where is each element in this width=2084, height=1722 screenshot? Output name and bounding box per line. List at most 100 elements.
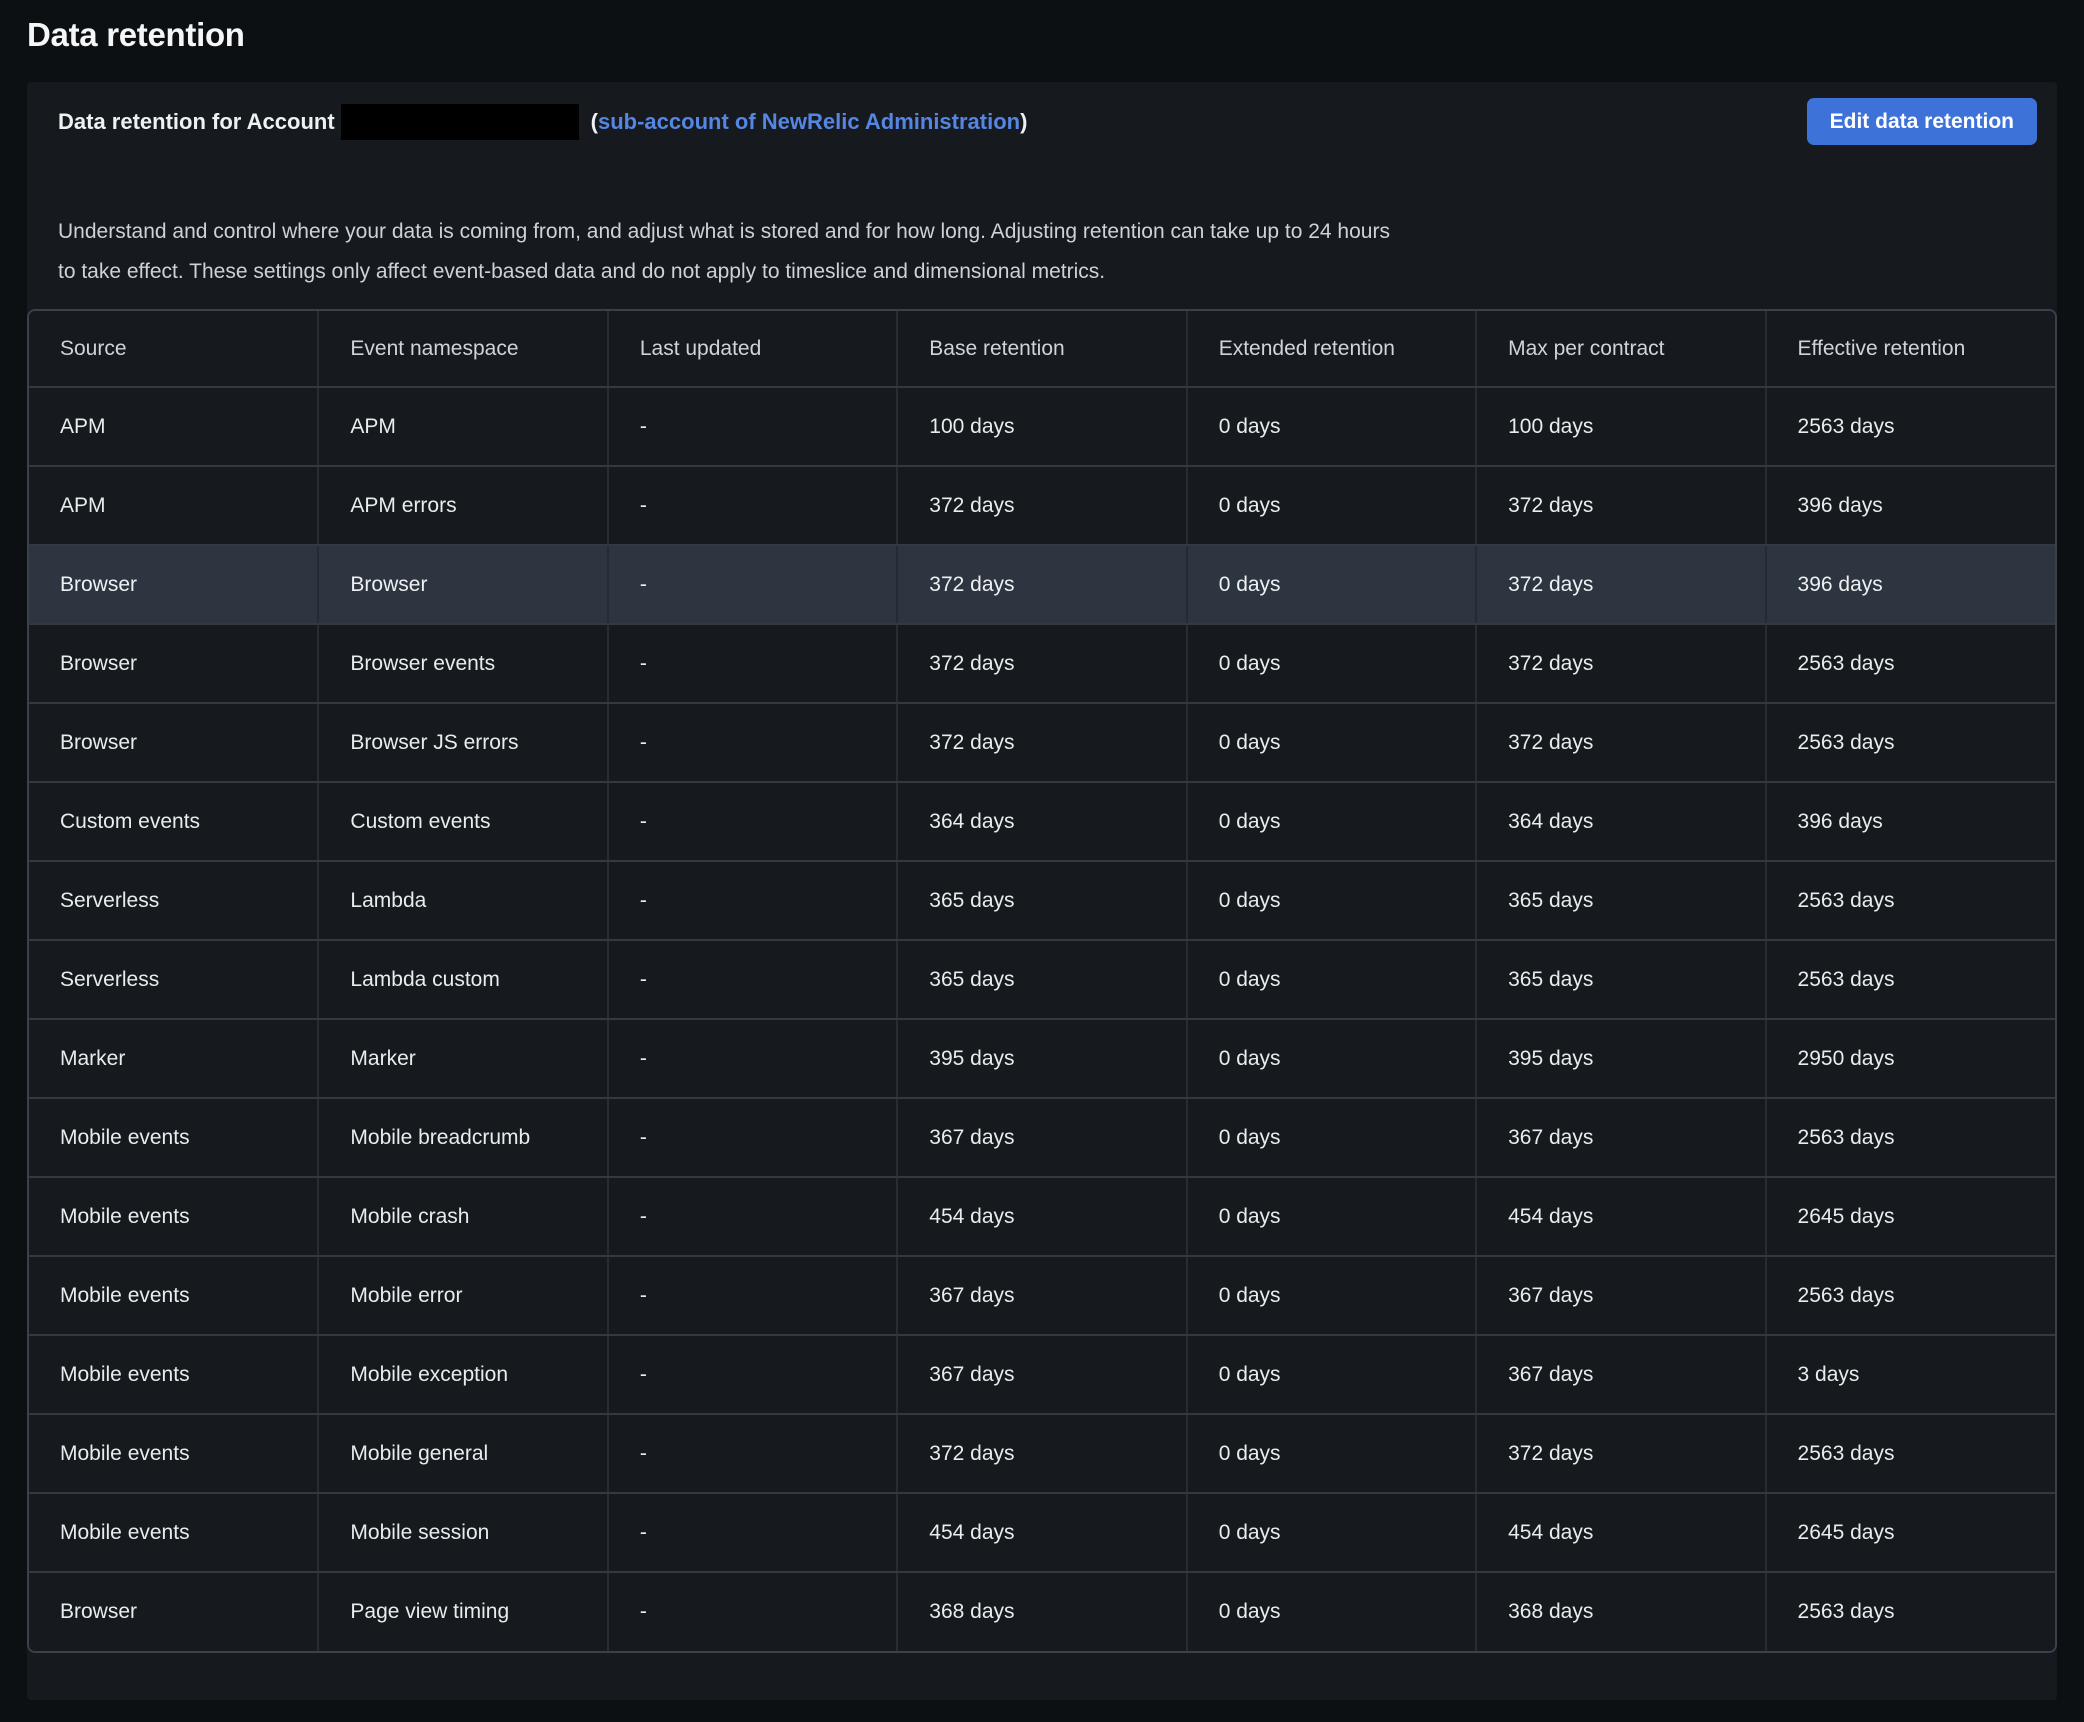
cell-namespace: Browser JS errors bbox=[318, 703, 607, 782]
cell-last-updated: - bbox=[608, 387, 897, 466]
cell-base: 395 days bbox=[897, 1019, 1186, 1098]
cell-last-updated: - bbox=[608, 1019, 897, 1098]
cell-extended: 0 days bbox=[1187, 1572, 1476, 1651]
table-row[interactable]: Mobile eventsMobile error-367 days0 days… bbox=[29, 1256, 2055, 1335]
cell-last-updated: - bbox=[608, 545, 897, 624]
table-row[interactable]: APMAPM-100 days0 days100 days2563 days bbox=[29, 387, 2055, 466]
cell-extended: 0 days bbox=[1187, 1256, 1476, 1335]
cell-max: 454 days bbox=[1476, 1177, 1765, 1256]
cell-effective: 2563 days bbox=[1766, 940, 2055, 1019]
panel-header: Data retention for Account (sub-account … bbox=[27, 82, 2057, 145]
cell-source: Mobile events bbox=[29, 1493, 318, 1572]
cell-max: 365 days bbox=[1476, 940, 1765, 1019]
column-header-effective-retention: Effective retention bbox=[1766, 311, 2055, 387]
cell-effective: 2563 days bbox=[1766, 861, 2055, 940]
table-row[interactable]: Mobile eventsMobile breadcrumb-367 days0… bbox=[29, 1098, 2055, 1177]
cell-namespace: Custom events bbox=[318, 782, 607, 861]
paren-close: ) bbox=[1020, 109, 1027, 135]
table-row[interactable]: Mobile eventsMobile session-454 days0 da… bbox=[29, 1493, 2055, 1572]
cell-effective: 2563 days bbox=[1766, 387, 2055, 466]
cell-extended: 0 days bbox=[1187, 1335, 1476, 1414]
cell-source: Mobile events bbox=[29, 1335, 318, 1414]
cell-last-updated: - bbox=[608, 703, 897, 782]
cell-source: APM bbox=[29, 387, 318, 466]
column-header-max-per-contract: Max per contract bbox=[1476, 311, 1765, 387]
cell-source: Serverless bbox=[29, 940, 318, 1019]
table-row[interactable]: Mobile eventsMobile general-372 days0 da… bbox=[29, 1414, 2055, 1493]
cell-source: Browser bbox=[29, 703, 318, 782]
table-row[interactable]: MarkerMarker-395 days0 days395 days2950 … bbox=[29, 1019, 2055, 1098]
cell-source: Browser bbox=[29, 624, 318, 703]
table-row[interactable]: ServerlessLambda custom-365 days0 days36… bbox=[29, 940, 2055, 1019]
cell-source: Browser bbox=[29, 1572, 318, 1651]
cell-last-updated: - bbox=[608, 940, 897, 1019]
cell-extended: 0 days bbox=[1187, 1098, 1476, 1177]
cell-base: 364 days bbox=[897, 782, 1186, 861]
cell-effective: 2563 days bbox=[1766, 1572, 2055, 1651]
cell-last-updated: - bbox=[608, 1177, 897, 1256]
cell-base: 100 days bbox=[897, 387, 1186, 466]
table-row[interactable]: BrowserPage view timing-368 days0 days36… bbox=[29, 1572, 2055, 1651]
column-header-source: Source bbox=[29, 311, 318, 387]
cell-namespace: Mobile general bbox=[318, 1414, 607, 1493]
cell-base: 368 days bbox=[897, 1572, 1186, 1651]
cell-max: 372 days bbox=[1476, 624, 1765, 703]
cell-base: 454 days bbox=[897, 1177, 1186, 1256]
edit-data-retention-button[interactable]: Edit data retention bbox=[1807, 98, 2037, 145]
sub-account-link[interactable]: sub-account of NewRelic Administration bbox=[598, 109, 1020, 135]
table-row[interactable]: Mobile eventsMobile exception-367 days0 … bbox=[29, 1335, 2055, 1414]
column-header-extended-retention: Extended retention bbox=[1187, 311, 1476, 387]
cell-extended: 0 days bbox=[1187, 1177, 1476, 1256]
table-row[interactable]: BrowserBrowser events-372 days0 days372 … bbox=[29, 624, 2055, 703]
table-row[interactable]: APMAPM errors-372 days0 days372 days396 … bbox=[29, 466, 2055, 545]
account-heading-prefix: Data retention for Account bbox=[58, 109, 335, 135]
cell-effective: 3 days bbox=[1766, 1335, 2055, 1414]
cell-base: 365 days bbox=[897, 861, 1186, 940]
cell-extended: 0 days bbox=[1187, 940, 1476, 1019]
cell-last-updated: - bbox=[608, 624, 897, 703]
page-title: Data retention bbox=[0, 0, 2084, 55]
table-row[interactable]: BrowserBrowser-372 days0 days372 days396… bbox=[29, 545, 2055, 624]
cell-namespace: Lambda custom bbox=[318, 940, 607, 1019]
cell-extended: 0 days bbox=[1187, 624, 1476, 703]
cell-max: 368 days bbox=[1476, 1572, 1765, 1651]
table-row[interactable]: ServerlessLambda-365 days0 days365 days2… bbox=[29, 861, 2055, 940]
cell-max: 372 days bbox=[1476, 545, 1765, 624]
table-row[interactable]: Custom eventsCustom events-364 days0 day… bbox=[29, 782, 2055, 861]
cell-effective: 396 days bbox=[1766, 782, 2055, 861]
cell-namespace: Mobile breadcrumb bbox=[318, 1098, 607, 1177]
cell-source: Mobile events bbox=[29, 1414, 318, 1493]
cell-base: 365 days bbox=[897, 940, 1186, 1019]
cell-max: 454 days bbox=[1476, 1493, 1765, 1572]
account-heading: Data retention for Account (sub-account … bbox=[58, 104, 1027, 140]
paren-open: ( bbox=[591, 109, 598, 135]
cell-effective: 396 days bbox=[1766, 545, 2055, 624]
cell-extended: 0 days bbox=[1187, 1493, 1476, 1572]
cell-base: 372 days bbox=[897, 703, 1186, 782]
cell-namespace: Mobile exception bbox=[318, 1335, 607, 1414]
description-text: Understand and control where your data i… bbox=[27, 145, 2057, 292]
cell-source: Marker bbox=[29, 1019, 318, 1098]
cell-last-updated: - bbox=[608, 1572, 897, 1651]
cell-namespace: Mobile crash bbox=[318, 1177, 607, 1256]
cell-base: 372 days bbox=[897, 624, 1186, 703]
description-line-1: Understand and control where your data i… bbox=[58, 212, 2026, 252]
cell-max: 367 days bbox=[1476, 1256, 1765, 1335]
cell-max: 365 days bbox=[1476, 861, 1765, 940]
cell-max: 364 days bbox=[1476, 782, 1765, 861]
cell-last-updated: - bbox=[608, 1493, 897, 1572]
cell-namespace: APM errors bbox=[318, 466, 607, 545]
table-header-row: Source Event namespace Last updated Base… bbox=[29, 311, 2055, 387]
cell-last-updated: - bbox=[608, 466, 897, 545]
table-row[interactable]: BrowserBrowser JS errors-372 days0 days3… bbox=[29, 703, 2055, 782]
cell-base: 367 days bbox=[897, 1256, 1186, 1335]
cell-base: 372 days bbox=[897, 1414, 1186, 1493]
cell-namespace: Mobile error bbox=[318, 1256, 607, 1335]
redacted-account-id bbox=[341, 104, 579, 140]
cell-namespace: Page view timing bbox=[318, 1572, 607, 1651]
table-row[interactable]: Mobile eventsMobile crash-454 days0 days… bbox=[29, 1177, 2055, 1256]
cell-effective: 2563 days bbox=[1766, 624, 2055, 703]
cell-namespace: Browser events bbox=[318, 624, 607, 703]
cell-max: 372 days bbox=[1476, 703, 1765, 782]
cell-base: 367 days bbox=[897, 1098, 1186, 1177]
